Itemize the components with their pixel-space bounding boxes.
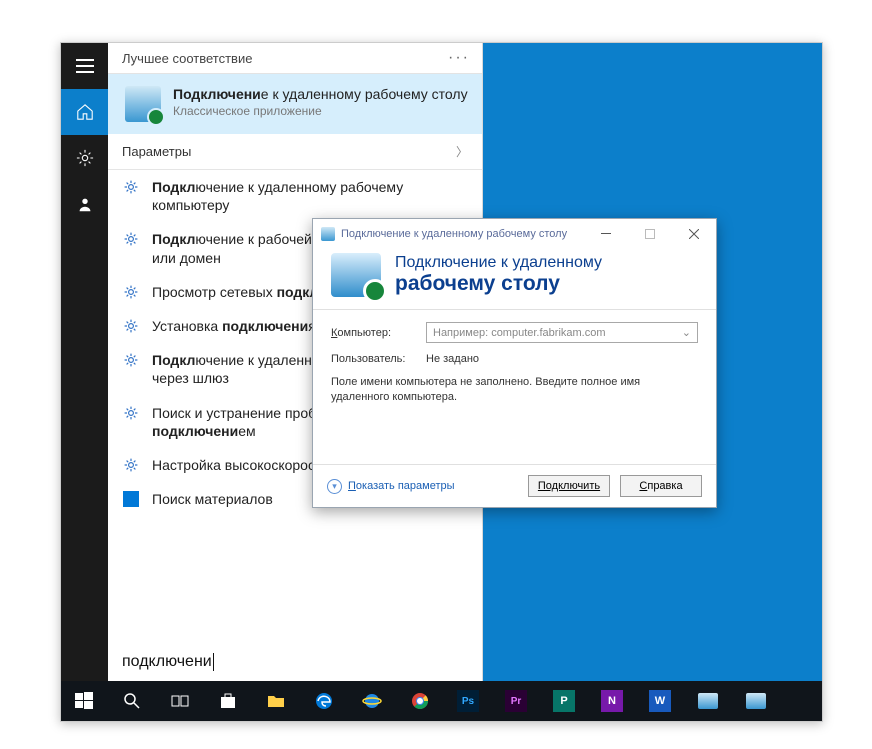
onenote-icon: N (601, 690, 623, 712)
onenote-button[interactable]: N (589, 681, 635, 721)
rdp-titlebar[interactable]: Подключение к удаленному рабочему столу (313, 219, 716, 249)
photoshop-button[interactable]: Ps (445, 681, 491, 721)
rdp-title-icon (321, 227, 335, 241)
rdp-hint-text: Поле имени компьютера не заполнено. Введ… (331, 375, 698, 406)
hamburger-icon (76, 59, 94, 73)
chrome-button[interactable] (397, 681, 443, 721)
best-match-text: Подключение к удаленному рабочему столу … (173, 86, 468, 122)
user-value: Не задано (426, 353, 479, 365)
start-rail (61, 43, 108, 681)
best-match-header: Лучшее соответствие ··· (108, 43, 482, 74)
word-icon: W (649, 690, 671, 712)
rdp-taskbar-2[interactable] (733, 681, 779, 721)
taskbar: Ps Pr P N W (61, 681, 822, 721)
best-match-subtitle: Классическое приложение (173, 104, 468, 118)
show-options-link[interactable]: ▾ Показать параметры (327, 479, 455, 494)
expand-down-icon: ▾ (327, 479, 342, 494)
minimize-button[interactable] (584, 219, 628, 249)
ie-icon (362, 691, 382, 711)
chrome-icon (410, 691, 430, 711)
gear-icon (122, 283, 140, 301)
ie-button[interactable] (349, 681, 395, 721)
premiere-button[interactable]: Pr (493, 681, 539, 721)
person-icon (76, 195, 94, 213)
help-button[interactable]: Справка (620, 475, 702, 497)
rdp-icon (746, 693, 766, 709)
maximize-button (628, 219, 672, 249)
computer-combobox[interactable]: Например: computer.fabrikam.com ⌄ (426, 322, 698, 343)
user-label: Пользователь: (331, 353, 416, 365)
gear-icon (122, 230, 140, 248)
close-icon (689, 229, 699, 239)
rdp-banner-line1: Подключение к удаленному (395, 254, 602, 272)
file-explorer-button[interactable] (253, 681, 299, 721)
chevron-right-icon: 〉 (456, 143, 468, 160)
search-input[interactable]: подключени (108, 643, 482, 681)
chevron-down-icon: ⌄ (682, 326, 691, 339)
more-icon[interactable]: ··· (448, 49, 470, 67)
section-parameters[interactable]: Параметры 〉 (108, 134, 482, 170)
gear-icon (122, 404, 140, 422)
minimize-icon (601, 229, 611, 239)
rdp-taskbar-1[interactable] (685, 681, 731, 721)
windows-logo-icon (74, 691, 94, 711)
best-match-label: Лучшее соответствие (122, 51, 252, 66)
rdp-banner-line2: рабочему столу (395, 272, 602, 296)
rail-home-button[interactable] (61, 89, 108, 135)
rail-menu-button[interactable] (61, 43, 108, 89)
taskview-icon (170, 691, 190, 711)
gear-icon (122, 317, 140, 335)
rdp-title-text: Подключение к удаленному рабочему столу (341, 228, 567, 240)
close-button[interactable] (672, 219, 716, 249)
gear-icon (76, 149, 94, 167)
word-button[interactable]: W (637, 681, 683, 721)
rdp-icon (698, 693, 718, 709)
store-button[interactable] (205, 681, 251, 721)
rdp-dialog: Подключение к удаленному рабочему столу … (312, 218, 717, 508)
home-icon (76, 103, 94, 121)
rdp-app-icon (125, 86, 161, 122)
gear-icon (122, 351, 140, 369)
search-result-item[interactable]: Подключение к удаленному рабочему компью… (108, 170, 482, 222)
pub-icon: P (553, 690, 575, 712)
search-icon (122, 691, 142, 711)
ps-icon: Ps (457, 690, 479, 712)
rail-settings-button[interactable] (61, 135, 108, 181)
edge-icon (314, 691, 334, 711)
rdp-banner-icon (331, 253, 381, 297)
gear-icon (122, 456, 140, 474)
maximize-icon (645, 229, 655, 239)
edge-button[interactable] (301, 681, 347, 721)
rail-person-button[interactable] (61, 181, 108, 227)
publisher-button[interactable]: P (541, 681, 587, 721)
best-match-item[interactable]: Подключение к удаленному рабочему столу … (108, 74, 482, 134)
rdp-banner: Подключение к удаленному рабочему столу (313, 249, 716, 309)
rdp-body: Компьютер: Например: computer.fabrikam.c… (313, 309, 716, 464)
store-icon (123, 491, 139, 507)
store-icon (218, 691, 238, 711)
start-button[interactable] (61, 681, 107, 721)
gear-icon (122, 178, 140, 196)
connect-button[interactable]: Подключить (528, 475, 610, 497)
folder-icon (266, 691, 286, 711)
computer-label: Компьютер: (331, 327, 416, 339)
task-view-button[interactable] (157, 681, 203, 721)
rdp-footer: ▾ Показать параметры Подключить Справка (313, 464, 716, 507)
cortana-search-button[interactable] (109, 681, 155, 721)
pr-icon: Pr (505, 690, 527, 712)
